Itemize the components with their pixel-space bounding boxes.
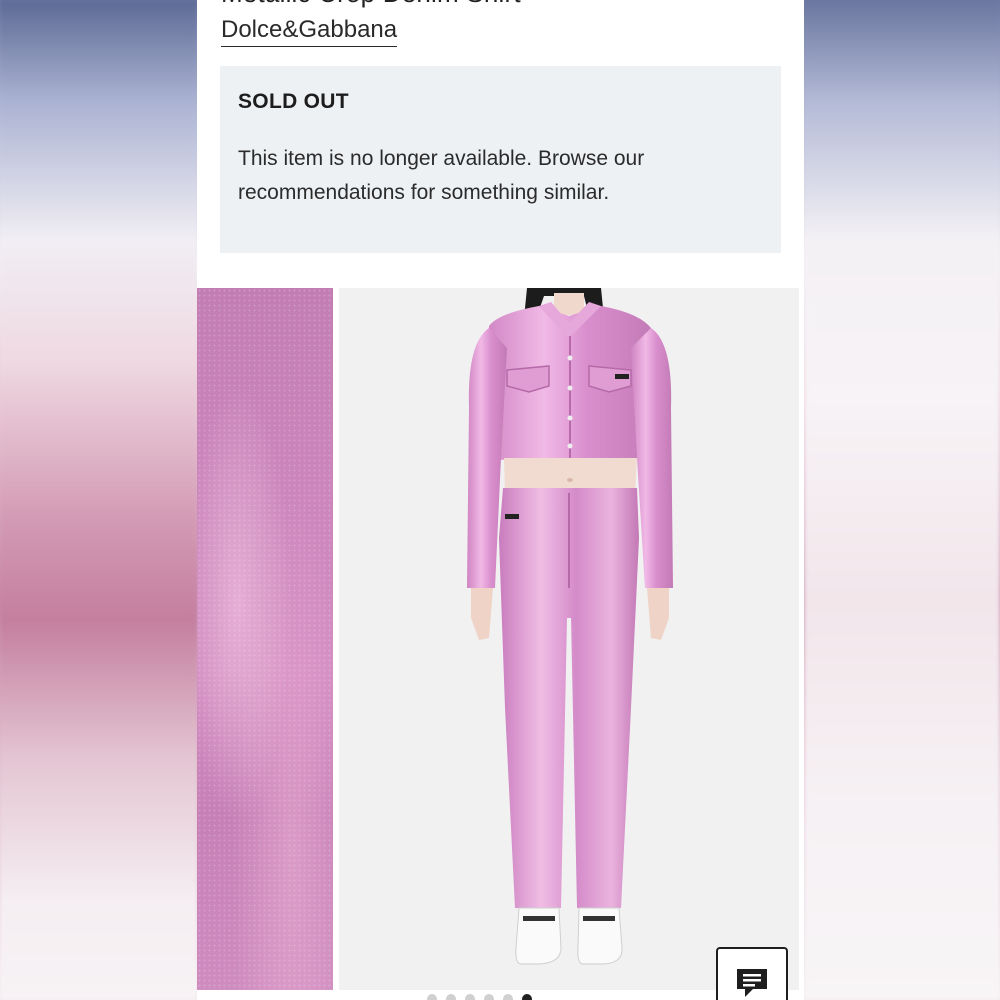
- background-blur-left: [0, 0, 197, 1000]
- pagination-dot[interactable]: [484, 994, 494, 1000]
- fabric-thumbnail[interactable]: [197, 288, 333, 990]
- background-blur-right: [804, 0, 1000, 1000]
- product-page: Metallic Crop Denim Shirt Dolce&Gabbana …: [197, 0, 804, 1000]
- main-product-image[interactable]: [339, 288, 799, 990]
- gallery-pagination[interactable]: [427, 994, 532, 1000]
- pagination-dot[interactable]: [427, 994, 437, 1000]
- product-title: Metallic Crop Denim Shirt: [221, 0, 521, 9]
- pagination-dot-active[interactable]: [522, 994, 532, 1000]
- chat-icon: [737, 969, 767, 997]
- model-illustration: [467, 288, 673, 965]
- pagination-dot[interactable]: [465, 994, 475, 1000]
- chat-button[interactable]: [716, 947, 788, 1000]
- sold-out-message: This item is no longer available. Browse…: [238, 147, 645, 204]
- pagination-dot[interactable]: [503, 994, 513, 1000]
- brand-link[interactable]: Dolce&Gabbana: [221, 15, 398, 47]
- sold-out-notice: SOLD OUT This item is no longer availabl…: [220, 66, 781, 253]
- pagination-dot[interactable]: [446, 994, 456, 1000]
- sold-out-title: SOLD OUT: [238, 90, 349, 113]
- image-gallery[interactable]: [197, 288, 804, 990]
